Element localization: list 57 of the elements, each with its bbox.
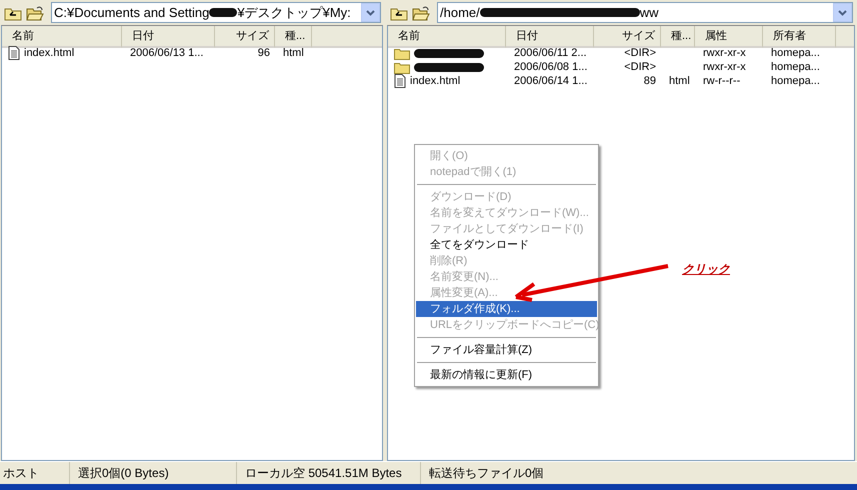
column-header[interactable]: 種...: [661, 26, 695, 48]
column-header[interactable]: 日付: [122, 26, 215, 48]
dropdown-button[interactable]: [833, 3, 852, 22]
table-cell: html: [669, 75, 690, 87]
redaction-mark: [414, 62, 484, 72]
path-text: ww: [640, 5, 659, 20]
chevron-down-icon: [838, 10, 847, 16]
table-cell: rw-r--r--: [703, 75, 740, 87]
column-header[interactable]: サイズ: [215, 26, 275, 48]
status-text: 選択0個(0 Bytes): [78, 464, 169, 482]
status-text: 転送待ちファイル0個: [429, 464, 544, 482]
path-text: ¥デスクトップ¥My:: [237, 4, 351, 22]
annotation-label: クリック: [682, 261, 730, 278]
table-cell: <DIR>: [624, 61, 656, 73]
column-header[interactable]: 種...: [275, 26, 312, 48]
chevron-down-icon: [366, 10, 375, 16]
column-header: [836, 26, 854, 48]
table-cell: 2006/06/08 1...: [514, 61, 588, 73]
column-header[interactable]: サイズ: [594, 26, 661, 48]
status-text: ローカル空 50541.51M Bytes: [245, 464, 402, 482]
dropdown-button[interactable]: [361, 3, 380, 22]
table-cell: homepa...: [771, 61, 820, 73]
menu-item[interactable]: 全てをダウンロード: [416, 237, 597, 253]
path-text: C:¥Documents and Setting: [54, 5, 210, 20]
folder-icon: [394, 60, 410, 74]
table-cell: 2006/06/11 2...: [514, 47, 587, 59]
open-folder-icon[interactable]: [26, 4, 44, 20]
open-folder-icon[interactable]: [412, 4, 430, 20]
table-cell: homepa...: [771, 75, 820, 87]
path-field[interactable]: /home/ ww: [437, 2, 853, 23]
redaction-mark: [209, 8, 238, 17]
menu-item[interactable]: ファイル容量計算(Z): [416, 342, 597, 358]
column-header[interactable]: 名前: [388, 26, 506, 48]
path-text: /home/: [440, 5, 480, 20]
column-header[interactable]: 属性: [695, 26, 763, 48]
file-name[interactable]: index.html: [24, 47, 74, 59]
file-icon: [394, 74, 406, 88]
column-header[interactable]: 所有者: [763, 26, 836, 48]
table-cell: html: [283, 47, 304, 59]
table-cell: 2006/06/14 1...: [514, 75, 588, 87]
redaction-mark: [414, 48, 484, 58]
column-header[interactable]: 日付: [506, 26, 594, 48]
table-cell: 89: [644, 75, 656, 87]
table-cell: <DIR>: [624, 47, 656, 59]
menu-item[interactable]: 最新の情報に更新(F): [416, 367, 597, 383]
path-field[interactable]: C:¥Documents and Setting ¥デスクトップ¥My:: [51, 2, 381, 23]
menu-item[interactable]: フォルダ作成(K)...: [416, 301, 597, 317]
column-header[interactable]: 名前: [2, 26, 122, 48]
table-cell: rwxr-xr-x: [703, 61, 746, 73]
file-name[interactable]: index.html: [410, 75, 460, 87]
table-cell: rwxr-xr-x: [703, 47, 746, 59]
status-text: ホスト: [3, 464, 39, 482]
table-cell: 96: [258, 47, 270, 59]
table-cell: 2006/06/13 1...: [130, 47, 204, 59]
column-header: [312, 26, 382, 48]
table-cell: homepa...: [771, 47, 820, 59]
file-icon: [8, 46, 20, 60]
